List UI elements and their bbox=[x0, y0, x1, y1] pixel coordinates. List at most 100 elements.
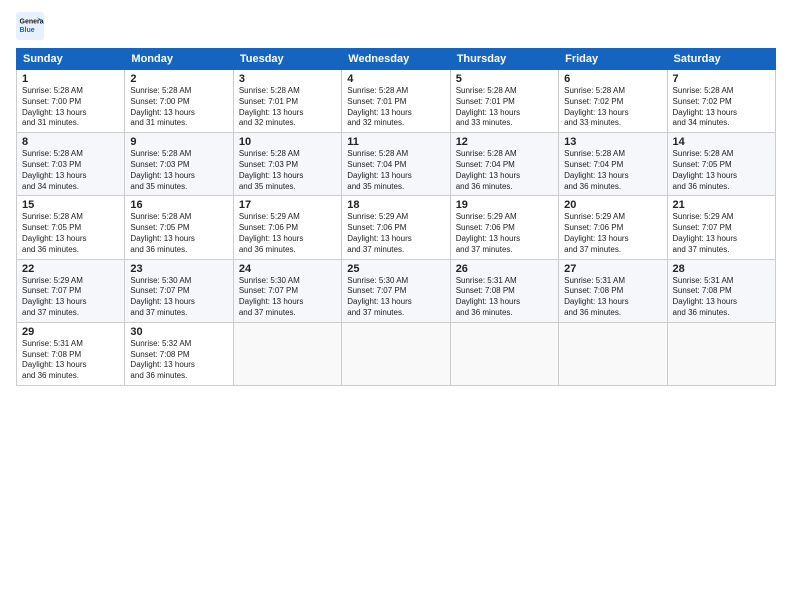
svg-text:Blue: Blue bbox=[20, 27, 35, 34]
calendar-cell: 19 Sunrise: 5:29 AM Sunset: 7:06 PM Dayl… bbox=[450, 196, 558, 259]
sunrise-label: Sunrise: 5:29 AM bbox=[22, 276, 83, 285]
day-info: Sunrise: 5:29 AM Sunset: 7:06 PM Dayligh… bbox=[456, 212, 553, 255]
daylight-label: Daylight: 13 hours bbox=[673, 108, 737, 117]
sunset-label: Sunset: 7:08 PM bbox=[456, 286, 515, 295]
sunset-label: Sunset: 7:03 PM bbox=[239, 160, 298, 169]
day-number: 21 bbox=[673, 199, 770, 211]
day-info: Sunrise: 5:29 AM Sunset: 7:07 PM Dayligh… bbox=[673, 212, 770, 255]
calendar-cell: 2 Sunrise: 5:28 AM Sunset: 7:00 PM Dayli… bbox=[125, 70, 233, 133]
daylight-minutes: and 37 minutes. bbox=[130, 308, 187, 317]
sunset-label: Sunset: 7:07 PM bbox=[347, 286, 406, 295]
daylight-minutes: and 31 minutes. bbox=[22, 118, 79, 127]
sunset-label: Sunset: 7:05 PM bbox=[22, 223, 81, 232]
daylight-minutes: and 37 minutes. bbox=[347, 308, 404, 317]
calendar-cell: 7 Sunrise: 5:28 AM Sunset: 7:02 PM Dayli… bbox=[667, 70, 775, 133]
sunrise-label: Sunrise: 5:31 AM bbox=[456, 276, 517, 285]
calendar-cell bbox=[559, 322, 667, 385]
sunset-label: Sunset: 7:02 PM bbox=[564, 97, 623, 106]
daylight-minutes: and 36 minutes. bbox=[456, 308, 513, 317]
daylight-minutes: and 36 minutes. bbox=[673, 182, 730, 191]
sunrise-label: Sunrise: 5:28 AM bbox=[130, 149, 191, 158]
daylight-label: Daylight: 13 hours bbox=[673, 234, 737, 243]
sunset-label: Sunset: 7:02 PM bbox=[673, 97, 732, 106]
day-info: Sunrise: 5:28 AM Sunset: 7:02 PM Dayligh… bbox=[564, 86, 661, 129]
calendar-cell: 28 Sunrise: 5:31 AM Sunset: 7:08 PM Dayl… bbox=[667, 259, 775, 322]
daylight-minutes: and 36 minutes. bbox=[130, 371, 187, 380]
sunrise-label: Sunrise: 5:29 AM bbox=[673, 212, 734, 221]
calendar-cell: 11 Sunrise: 5:28 AM Sunset: 7:04 PM Dayl… bbox=[342, 133, 450, 196]
sunset-label: Sunset: 7:07 PM bbox=[130, 286, 189, 295]
weekday-header-friday: Friday bbox=[559, 49, 667, 70]
sunset-label: Sunset: 7:00 PM bbox=[130, 97, 189, 106]
sunrise-label: Sunrise: 5:28 AM bbox=[673, 86, 734, 95]
day-info: Sunrise: 5:32 AM Sunset: 7:08 PM Dayligh… bbox=[130, 339, 227, 382]
day-number: 25 bbox=[347, 263, 444, 275]
day-number: 16 bbox=[130, 199, 227, 211]
daylight-label: Daylight: 13 hours bbox=[456, 108, 520, 117]
calendar-cell: 23 Sunrise: 5:30 AM Sunset: 7:07 PM Dayl… bbox=[125, 259, 233, 322]
day-number: 6 bbox=[564, 73, 661, 85]
day-number: 18 bbox=[347, 199, 444, 211]
sunset-label: Sunset: 7:06 PM bbox=[564, 223, 623, 232]
sunset-label: Sunset: 7:06 PM bbox=[456, 223, 515, 232]
day-number: 9 bbox=[130, 136, 227, 148]
logo: General Blue bbox=[16, 12, 44, 40]
day-info: Sunrise: 5:28 AM Sunset: 7:03 PM Dayligh… bbox=[239, 149, 336, 192]
daylight-label: Daylight: 13 hours bbox=[347, 297, 411, 306]
logo-icon: General Blue bbox=[16, 12, 44, 40]
daylight-label: Daylight: 13 hours bbox=[347, 234, 411, 243]
day-number: 30 bbox=[130, 326, 227, 338]
daylight-minutes: and 31 minutes. bbox=[130, 118, 187, 127]
weekday-header-wednesday: Wednesday bbox=[342, 49, 450, 70]
daylight-label: Daylight: 13 hours bbox=[130, 360, 194, 369]
calendar-cell: 9 Sunrise: 5:28 AM Sunset: 7:03 PM Dayli… bbox=[125, 133, 233, 196]
sunrise-label: Sunrise: 5:28 AM bbox=[22, 212, 83, 221]
day-info: Sunrise: 5:28 AM Sunset: 7:04 PM Dayligh… bbox=[564, 149, 661, 192]
day-info: Sunrise: 5:28 AM Sunset: 7:03 PM Dayligh… bbox=[130, 149, 227, 192]
daylight-label: Daylight: 13 hours bbox=[239, 234, 303, 243]
sunset-label: Sunset: 7:07 PM bbox=[673, 223, 732, 232]
calendar-cell: 14 Sunrise: 5:28 AM Sunset: 7:05 PM Dayl… bbox=[667, 133, 775, 196]
daylight-label: Daylight: 13 hours bbox=[347, 171, 411, 180]
day-info: Sunrise: 5:28 AM Sunset: 7:04 PM Dayligh… bbox=[456, 149, 553, 192]
sunset-label: Sunset: 7:07 PM bbox=[22, 286, 81, 295]
day-number: 26 bbox=[456, 263, 553, 275]
weekday-header-thursday: Thursday bbox=[450, 49, 558, 70]
day-info: Sunrise: 5:28 AM Sunset: 7:01 PM Dayligh… bbox=[456, 86, 553, 129]
daylight-label: Daylight: 13 hours bbox=[239, 171, 303, 180]
sunrise-label: Sunrise: 5:28 AM bbox=[564, 149, 625, 158]
sunrise-label: Sunrise: 5:31 AM bbox=[564, 276, 625, 285]
daylight-label: Daylight: 13 hours bbox=[130, 171, 194, 180]
sunrise-label: Sunrise: 5:28 AM bbox=[239, 86, 300, 95]
daylight-label: Daylight: 13 hours bbox=[239, 297, 303, 306]
sunrise-label: Sunrise: 5:28 AM bbox=[22, 86, 83, 95]
sunrise-label: Sunrise: 5:29 AM bbox=[564, 212, 625, 221]
day-number: 3 bbox=[239, 73, 336, 85]
daylight-label: Daylight: 13 hours bbox=[456, 171, 520, 180]
calendar-cell: 3 Sunrise: 5:28 AM Sunset: 7:01 PM Dayli… bbox=[233, 70, 341, 133]
sunrise-label: Sunrise: 5:30 AM bbox=[239, 276, 300, 285]
day-number: 10 bbox=[239, 136, 336, 148]
daylight-label: Daylight: 13 hours bbox=[456, 297, 520, 306]
day-number: 20 bbox=[564, 199, 661, 211]
day-info: Sunrise: 5:31 AM Sunset: 7:08 PM Dayligh… bbox=[673, 276, 770, 319]
sunset-label: Sunset: 7:08 PM bbox=[673, 286, 732, 295]
sunset-label: Sunset: 7:07 PM bbox=[239, 286, 298, 295]
daylight-minutes: and 36 minutes. bbox=[130, 245, 187, 254]
calendar-cell: 13 Sunrise: 5:28 AM Sunset: 7:04 PM Dayl… bbox=[559, 133, 667, 196]
weekday-header-sunday: Sunday bbox=[17, 49, 125, 70]
sunset-label: Sunset: 7:06 PM bbox=[347, 223, 406, 232]
calendar-cell: 4 Sunrise: 5:28 AM Sunset: 7:01 PM Dayli… bbox=[342, 70, 450, 133]
day-info: Sunrise: 5:29 AM Sunset: 7:07 PM Dayligh… bbox=[22, 276, 119, 319]
sunset-label: Sunset: 7:01 PM bbox=[347, 97, 406, 106]
sunrise-label: Sunrise: 5:28 AM bbox=[130, 212, 191, 221]
daylight-minutes: and 35 minutes. bbox=[347, 182, 404, 191]
calendar-cell: 30 Sunrise: 5:32 AM Sunset: 7:08 PM Dayl… bbox=[125, 322, 233, 385]
sunset-label: Sunset: 7:08 PM bbox=[22, 350, 81, 359]
daylight-label: Daylight: 13 hours bbox=[130, 297, 194, 306]
calendar-cell bbox=[450, 322, 558, 385]
daylight-minutes: and 32 minutes. bbox=[347, 118, 404, 127]
sunset-label: Sunset: 7:03 PM bbox=[130, 160, 189, 169]
calendar-cell bbox=[233, 322, 341, 385]
daylight-label: Daylight: 13 hours bbox=[456, 234, 520, 243]
